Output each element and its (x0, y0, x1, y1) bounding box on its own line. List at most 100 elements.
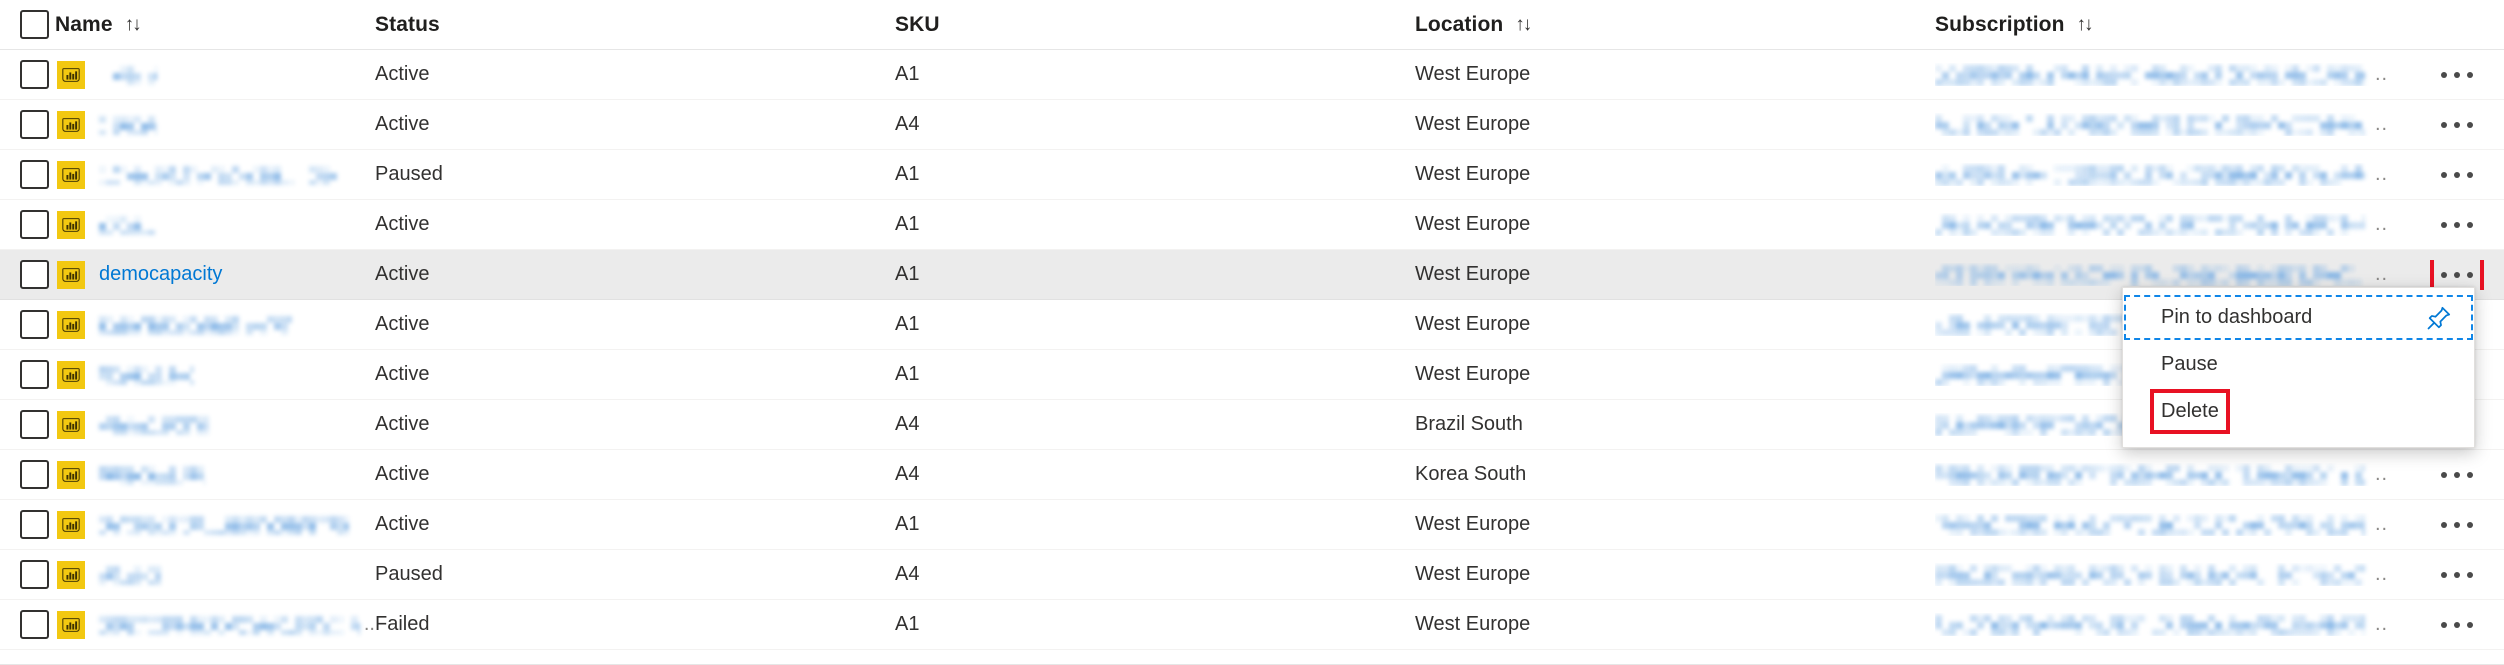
column-header-location[interactable]: Location ↑↓ (1415, 13, 1935, 37)
redacted-text (1935, 564, 2365, 586)
row-select-checkbox[interactable] (20, 410, 49, 439)
sort-arrows-icon[interactable]: ↑↓ (1515, 15, 1532, 34)
column-header-location-label: Location (1415, 12, 1504, 36)
row-overflow-cell (2430, 560, 2504, 590)
row-subscription-cell: .. (1935, 613, 2430, 636)
row-subscription-cell: .. (1935, 513, 2430, 536)
row-select-checkbox[interactable] (20, 310, 49, 339)
power-bi-capacity-icon (57, 160, 85, 189)
sort-arrows-icon[interactable]: ↑↓ (2077, 15, 2094, 34)
row-subscription-cell: .. (1935, 113, 2430, 136)
row-location-cell: West Europe (1415, 213, 1531, 235)
row-sku-cell: A4 (895, 413, 920, 435)
ellipsis-dot (2441, 621, 2447, 628)
column-header-sku[interactable]: SKU (895, 13, 1415, 37)
row-location-cell: West Europe (1415, 563, 1531, 585)
ellipsis-dot (2441, 221, 2447, 228)
overflow-menu-button[interactable] (2434, 60, 2480, 90)
capacities-data-grid: Name ↑↓ Status SKU Location ↑↓ Subscript… (0, 0, 2504, 665)
row-status-cell: Active (375, 113, 430, 135)
select-all-checkbox[interactable] (20, 10, 49, 39)
column-header-status[interactable]: Status (375, 13, 895, 37)
row-select-checkbox[interactable] (20, 460, 49, 489)
row-select-checkbox[interactable] (20, 110, 49, 139)
overflow-menu-button[interactable] (2434, 210, 2480, 240)
row-select-cell (0, 110, 55, 139)
column-header-subscription[interactable]: Subscription ↑↓ (1935, 13, 2430, 37)
row-location-cell: Korea South (1415, 463, 1527, 485)
overflow-menu-button[interactable] (2430, 259, 2484, 290)
row-status-cell: Active (375, 513, 430, 535)
row-status-cell: Active (375, 363, 430, 385)
row-subscription-cell: .. (1935, 563, 2430, 586)
row-select-checkbox[interactable] (20, 210, 49, 239)
row-select-cell (0, 610, 55, 639)
table-row[interactable]: Active A1 West Europe.. (0, 50, 2504, 100)
row-sku-cell: A1 (895, 313, 920, 335)
menu-item-pause-label: Pause (2161, 353, 2218, 375)
row-overflow-cell (2430, 610, 2504, 640)
redacted-text (1935, 64, 2365, 86)
table-row[interactable]: Paused A4 West Europe.. (0, 550, 2504, 600)
row-name-cell (55, 560, 375, 589)
subscription-truncation-ellipsis: .. (2375, 613, 2389, 635)
row-name-cell (55, 360, 375, 389)
power-bi-capacity-icon (57, 260, 85, 289)
overflow-menu-button[interactable] (2434, 610, 2480, 640)
menu-item-pin-to-dashboard[interactable]: Pin to dashboard (2123, 294, 2474, 341)
overflow-menu-button[interactable] (2434, 560, 2480, 590)
power-bi-capacity-icon (57, 610, 85, 639)
table-row[interactable]: Active A4 Korea South.. (0, 450, 2504, 500)
row-status-cell: Active (375, 413, 430, 435)
row-select-cell (0, 560, 55, 589)
row-select-cell (0, 460, 55, 489)
table-row[interactable]: Paused A1 West Europe.. (0, 150, 2504, 200)
menu-item-pause[interactable]: Pause (2123, 341, 2474, 388)
power-bi-capacity-icon (57, 360, 85, 389)
row-sku-cell: A1 (895, 263, 920, 285)
ellipsis-dot (2454, 471, 2460, 478)
ellipsis-dot (2467, 271, 2473, 278)
row-select-checkbox[interactable] (20, 160, 49, 189)
row-select-cell (0, 210, 55, 239)
table-row[interactable]: Active A1 West Europe.. (0, 200, 2504, 250)
row-select-checkbox[interactable] (20, 360, 49, 389)
row-overflow-cell (2430, 60, 2504, 90)
row-location-cell: West Europe (1415, 63, 1531, 85)
subscription-truncation-ellipsis: .. (2375, 463, 2389, 485)
row-name-cell (55, 310, 375, 339)
ellipsis-dot (2467, 621, 2473, 628)
row-subscription-cell: .. (1935, 163, 2430, 186)
row-subscription-cell: .. (1935, 63, 2430, 86)
grid-header-row: Name ↑↓ Status SKU Location ↑↓ Subscript… (0, 0, 2504, 50)
table-row[interactable]: .. Failed A1 West Europe.. (0, 600, 2504, 650)
ellipsis-dot (2454, 171, 2460, 178)
table-row[interactable]: Active A4 West Europe.. (0, 100, 2504, 150)
row-select-cell (0, 510, 55, 539)
row-sku-cell: A1 (895, 363, 920, 385)
overflow-menu-button[interactable] (2434, 160, 2480, 190)
row-select-checkbox[interactable] (20, 510, 49, 539)
power-bi-capacity-icon (57, 410, 85, 439)
name-truncation-ellipsis: .. (363, 613, 375, 635)
row-select-checkbox[interactable] (20, 260, 49, 289)
row-select-checkbox[interactable] (20, 610, 49, 639)
sort-arrows-icon[interactable]: ↑↓ (125, 15, 142, 34)
overflow-menu-button[interactable] (2434, 510, 2480, 540)
row-context-menu: Pin to dashboard Pause Delete (2122, 287, 2475, 448)
row-location-cell: West Europe (1415, 363, 1531, 385)
row-location-cell: West Europe (1415, 513, 1531, 535)
row-name-cell (55, 460, 375, 489)
row-status-cell: Active (375, 63, 430, 85)
row-select-checkbox[interactable] (20, 560, 49, 589)
row-subscription-cell: .. (1935, 263, 2430, 286)
overflow-menu-button[interactable] (2434, 460, 2480, 490)
table-row[interactable]: Active A1 West Europe.. (0, 500, 2504, 550)
row-status-cell: Failed (375, 613, 430, 635)
row-select-checkbox[interactable] (20, 60, 49, 89)
column-header-name[interactable]: Name ↑↓ (55, 13, 375, 37)
column-header-sku-label: SKU (895, 12, 940, 36)
menu-item-delete[interactable]: Delete (2123, 388, 2474, 435)
overflow-menu-button[interactable] (2434, 110, 2480, 140)
row-name-link[interactable]: democapacity (99, 263, 222, 286)
